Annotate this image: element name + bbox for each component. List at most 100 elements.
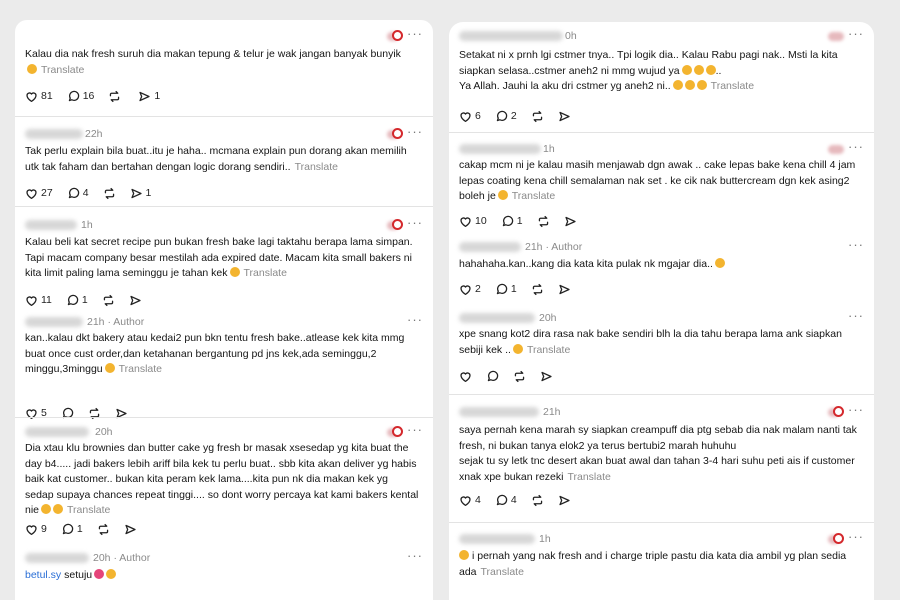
share-button[interactable]: 1 (130, 187, 152, 200)
like-button[interactable]: 81 (25, 90, 53, 103)
translate-link[interactable]: Translate (567, 471, 610, 483)
share-button[interactable] (558, 110, 571, 123)
repost-icon (514, 370, 525, 382)
like-button[interactable]: 9 (25, 523, 47, 536)
translate-link[interactable]: Translate (711, 80, 754, 92)
translate-link[interactable]: Translate (295, 161, 338, 173)
like-count: 10 (475, 215, 487, 227)
blurred-username (459, 31, 563, 41)
more-options-icon[interactable]: ··· (407, 422, 423, 437)
like-button[interactable]: 27 (25, 187, 53, 200)
more-options-icon[interactable]: ··· (848, 139, 864, 154)
reply-button[interactable]: 4 (495, 494, 517, 507)
more-options-icon[interactable]: ··· (407, 548, 423, 563)
reply-count: 2 (510, 110, 517, 122)
reply-button[interactable]: 4 (67, 187, 89, 200)
more-options-icon[interactable]: ··· (407, 124, 423, 139)
more-options-icon[interactable]: ··· (407, 26, 423, 41)
mention-link[interactable]: betul.sy (25, 569, 61, 581)
translate-link[interactable]: Translate (512, 190, 555, 202)
post-body: hahahaha.kan..kang dia kata kita pulak n… (459, 258, 713, 270)
share-button[interactable] (540, 370, 553, 383)
translate-link[interactable]: Translate (67, 504, 110, 516)
post-header: ··· (25, 26, 423, 44)
profile-badge-icon (387, 127, 403, 141)
more-options-icon[interactable]: ··· (848, 308, 864, 323)
reply-button[interactable]: 1 (66, 294, 88, 307)
profile-badge-icon (828, 532, 844, 546)
translate-link[interactable]: Translate (119, 363, 162, 375)
repost-icon (538, 215, 548, 227)
author-reply-post[interactable]: 21h · Author ··· kan..kalau dkt bakery a… (15, 310, 433, 430)
reply-post[interactable]: 21h ··· saya pernah kena marah sy siapka… (449, 394, 874, 518)
post-header: 20h · Author ··· (25, 548, 423, 566)
reply-post[interactable]: 1h ··· cakap mcm ni je kalau masih menja… (449, 132, 874, 244)
like-button[interactable]: 2 (459, 283, 481, 296)
reply-count: 16 (82, 90, 95, 102)
more-options-icon[interactable]: ··· (848, 237, 864, 252)
more-options-icon[interactable]: ··· (848, 529, 864, 544)
post-time: 20h (539, 312, 557, 324)
share-icon (559, 111, 570, 121)
repost-button[interactable] (102, 294, 115, 307)
repost-button[interactable] (103, 187, 116, 200)
like-button[interactable]: 4 (459, 494, 481, 507)
repost-button[interactable] (108, 90, 124, 103)
profile-badge-icon (828, 29, 844, 43)
translate-link[interactable]: Translate (527, 344, 570, 356)
reply-count: 1 (516, 215, 523, 227)
more-options-icon[interactable]: ··· (407, 312, 423, 327)
reply-post[interactable]: 22h ··· Tak perlu explain bila buat..itu… (15, 116, 433, 206)
share-button[interactable] (564, 215, 577, 228)
share-button[interactable]: 1 (138, 90, 160, 103)
repost-icon (110, 90, 120, 102)
reply-post[interactable]: ··· Kalau dia nak fresh suruh dia makan … (15, 26, 433, 116)
reply-count: 4 (82, 187, 89, 199)
like-button[interactable]: 6 (459, 110, 481, 123)
like-button[interactable] (459, 370, 472, 383)
more-options-icon[interactable]: ··· (407, 215, 423, 230)
share-button[interactable] (558, 494, 571, 507)
emoji-icon (696, 80, 707, 90)
reply-post[interactable]: 0h ··· Setakat ni x prnh lgi cstmer tnya… (449, 26, 874, 132)
comment-icon (487, 370, 499, 381)
share-icon (130, 188, 142, 198)
share-button[interactable] (124, 523, 137, 536)
like-button[interactable]: 11 (25, 294, 52, 307)
translate-link[interactable]: Translate (244, 267, 287, 279)
more-options-icon[interactable]: ··· (848, 402, 864, 417)
comment-icon (496, 494, 508, 505)
repost-button[interactable] (531, 494, 544, 507)
like-button[interactable]: 10 (459, 215, 487, 228)
like-count: 2 (475, 283, 481, 295)
translate-link[interactable]: Translate (41, 64, 84, 76)
action-bar (459, 368, 567, 384)
share-button[interactable] (129, 294, 142, 307)
reply-button[interactable] (486, 370, 499, 383)
emoji-icon (705, 64, 716, 75)
reply-button[interactable]: 16 (67, 90, 95, 103)
reply-post[interactable]: 20h ··· xpe snang kot2 dira rasa nak bak… (449, 308, 874, 392)
translate-link[interactable]: Translate (481, 566, 524, 578)
reply-post[interactable]: 1h ··· Kalau beli kat secret recipe pun … (15, 206, 433, 310)
heart-icon (460, 284, 471, 295)
reply-post[interactable]: 20h ··· Dia xtau klu brownies dan butter… (15, 417, 433, 545)
reply-button[interactable]: 1 (501, 215, 523, 228)
author-reply-post[interactable]: 20h · Author ··· betul.sy setuju (15, 548, 433, 600)
more-options-icon[interactable]: ··· (848, 26, 864, 41)
reply-button[interactable]: 1 (495, 283, 517, 296)
reply-post[interactable]: 1h ··· i pernah yang nak fresh and i cha… (449, 522, 874, 600)
reply-button[interactable]: 1 (61, 523, 83, 536)
reply-button[interactable]: 2 (495, 110, 517, 123)
repost-button[interactable] (513, 370, 526, 383)
like-count: 27 (41, 187, 53, 199)
repost-button[interactable] (537, 215, 550, 228)
reply-count: 4 (510, 494, 517, 506)
repost-button[interactable] (531, 283, 544, 296)
author-reply-post[interactable]: 21h · Author ··· hahahaha.kan..kang dia … (449, 237, 874, 302)
share-button[interactable] (558, 283, 571, 296)
blurred-username (459, 144, 541, 154)
repost-button[interactable] (531, 110, 544, 123)
repost-button[interactable] (97, 523, 110, 536)
share-count: 1 (145, 187, 152, 199)
